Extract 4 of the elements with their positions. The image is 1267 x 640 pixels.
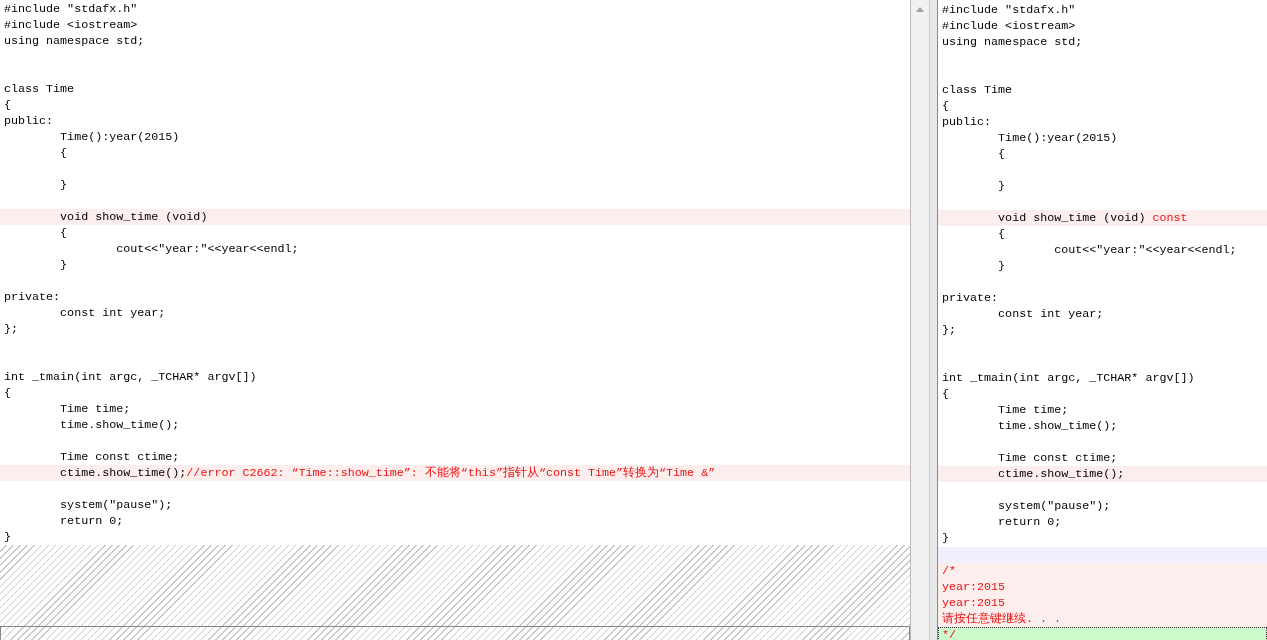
pane-splitter[interactable] [929, 0, 937, 640]
vertical-scrollbar[interactable] [911, 0, 929, 640]
scrollbar-track[interactable] [0, 626, 910, 640]
scroll-up-icon[interactable] [916, 7, 924, 12]
